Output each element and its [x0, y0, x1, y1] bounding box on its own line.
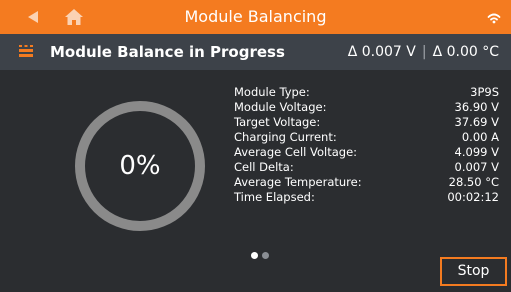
stat-row: Module Voltage: 36.90 V [234, 100, 499, 115]
stat-row: Cell Delta: 0.007 V [234, 160, 499, 175]
voltage-delta: Δ 0.007 V [347, 44, 416, 60]
stat-label: Average Temperature: [234, 175, 362, 189]
stat-label: Module Type: [234, 85, 310, 99]
stat-label: Time Elapsed: [234, 190, 315, 204]
stat-row: Charging Current: 0.00 A [234, 130, 499, 145]
stat-value: 0.00 A [461, 130, 499, 144]
wifi-icon [487, 13, 501, 24]
temperature-delta: Δ 0.00 °C [432, 44, 499, 60]
stat-label: Target Voltage: [234, 115, 321, 129]
stat-label: Average Cell Voltage: [234, 145, 358, 159]
stop-button[interactable]: Stop [440, 257, 507, 286]
stat-label: Charging Current: [234, 130, 337, 144]
stat-value: 37.69 V [454, 115, 499, 129]
stat-row: Module Type: 3P9S [234, 85, 499, 100]
status-title: Module Balance in Progress [50, 43, 285, 61]
progress-percent: 0% [119, 151, 161, 181]
page-dot-inactive[interactable] [262, 252, 269, 259]
page-title: Module Balancing [184, 7, 327, 26]
module-balancing-screen: Module Balancing Module Balance in Progr… [0, 0, 511, 292]
stat-row: Average Temperature: 28.50 °C [234, 175, 499, 190]
balance-stats: Module Type: 3P9S Module Voltage: 36.90 V Ta… [234, 85, 499, 205]
page-dot-active[interactable] [251, 252, 258, 259]
top-bar: Module Balancing [0, 0, 511, 34]
stat-label: Module Voltage: [234, 100, 327, 114]
stat-row: Time Elapsed: 00:02:12 [234, 190, 499, 205]
stat-row: Average Cell Voltage: 4.099 V [234, 145, 499, 160]
delta-separator: | [421, 44, 427, 60]
page-indicator [251, 252, 275, 260]
delta-readout: Δ 0.007 V | Δ 0.00 °C [348, 34, 499, 70]
stat-value: 3P9S [470, 85, 499, 99]
stat-row: Target Voltage: 37.69 V [234, 115, 499, 130]
stat-label: Cell Delta: [234, 160, 294, 174]
stat-value: 0.007 V [454, 160, 499, 174]
stat-value: 00:02:12 [447, 190, 499, 204]
battery-module-icon [19, 45, 33, 57]
stat-value: 28.50 °C [448, 175, 499, 189]
stat-value: 4.099 V [454, 145, 499, 159]
status-header: Module Balance in Progress Δ 0.007 V | Δ 0… [0, 34, 511, 70]
stat-value: 36.90 V [454, 100, 499, 114]
